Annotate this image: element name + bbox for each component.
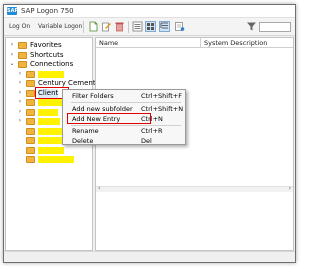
folder-icon [18,61,27,68]
tree-item-label: Shortcuts [30,50,64,59]
search-input[interactable] [259,22,291,32]
folder-icon [18,42,27,49]
folder-icon [26,118,35,125]
sap-logon-window: SAP SAP Logon 750 Log On Variable Logon [3,4,296,263]
context-menu: Filter Folders Ctrl+Shift+F Add new subf… [62,89,186,145]
menu-item-shortcut: Ctrl+Shift+F [141,92,182,100]
tree-item-redacted[interactable] [6,146,92,155]
scroll-right-icon[interactable]: › [289,185,291,192]
folder-icon [26,156,35,163]
properties-icon[interactable] [174,21,185,32]
annotation-highlight-box [67,113,151,124]
column-header-system-description[interactable]: System Description [204,39,267,47]
title-bar: SAP SAP Logon 750 [4,5,295,18]
redaction-mark [38,146,64,154]
log-on-button[interactable]: Log On [9,23,30,30]
tile-view-icon[interactable] [145,21,156,32]
menu-item-label: Delete [72,137,94,145]
folder-icon [26,80,35,87]
tree-item-label: Connections [30,60,74,68]
redaction-mark [38,108,58,116]
menu-item-shortcut: Del [141,137,152,145]
tree-view-icon[interactable] [159,21,170,32]
menu-item-filter-folders[interactable]: Filter Folders Ctrl+Shift+F [63,91,185,101]
toolbar: Log On Variable Logon [4,18,295,36]
chevron-right-icon[interactable]: › [9,41,15,48]
window-title: SAP Logon 750 [21,7,74,15]
delete-icon[interactable] [114,21,125,32]
folder-icon [26,70,35,78]
variable-logon-button[interactable]: Variable Logon [38,23,82,30]
scroll-left-icon[interactable]: ‹ [98,185,100,192]
menu-item-label: Rename [72,127,99,135]
tree-item-redacted[interactable]: › [6,70,92,79]
filter-icon[interactable] [246,21,257,32]
folder-icon [26,89,35,97]
folder-icon [26,127,35,135]
tree-item-shortcuts[interactable]: › Shortcuts [6,51,92,60]
chevron-right-icon[interactable]: › [9,51,15,58]
folder-icon [26,146,35,154]
horizontal-scrollbar[interactable]: ‹ › [96,185,293,192]
tree-item-favorites[interactable]: › Favorites [6,41,92,50]
status-bar [4,251,295,262]
new-item-icon[interactable] [88,21,99,32]
tree-item-label: Favorites [30,41,62,49]
menu-item-rename[interactable]: Rename Ctrl+R [63,126,185,136]
menu-separator [71,102,181,103]
folder-icon [18,51,27,59]
menu-item-label: Filter Folders [72,92,114,100]
column-header-name[interactable]: Name [99,39,118,47]
column-divider[interactable] [200,38,201,48]
chevron-right-icon[interactable]: › [17,89,23,96]
redaction-mark [38,156,74,163]
menu-item-delete[interactable]: Delete Del [63,136,185,146]
menu-item-label: Add new subfolder [72,105,133,113]
list-view-icon[interactable] [132,21,143,32]
tree-item-connections[interactable]: ⌄ Connections [6,60,92,69]
chevron-right-icon[interactable]: › [17,117,23,124]
chevron-right-icon[interactable]: › [17,70,23,77]
menu-item-shortcut: Ctrl+R [141,127,163,135]
redaction-mark [38,118,60,125]
list-header: Name System Description [96,38,293,48]
sap-logo-icon: SAP [7,7,19,15]
folder-icon [26,137,35,144]
chevron-down-icon[interactable]: ⌄ [9,60,15,67]
folder-icon [26,108,35,116]
chevron-right-icon[interactable]: › [17,108,23,115]
toolbar-separator [128,21,129,33]
chevron-right-icon[interactable]: › [17,98,23,105]
menu-item-shortcut: Ctrl+Shift+N [141,105,184,113]
chevron-right-icon[interactable]: › [17,79,23,86]
edit-icon[interactable] [101,21,112,32]
redaction-mark [38,70,64,78]
folder-icon [26,99,35,106]
toolbar-separator [83,21,84,33]
tree-item-redacted[interactable] [6,155,92,164]
